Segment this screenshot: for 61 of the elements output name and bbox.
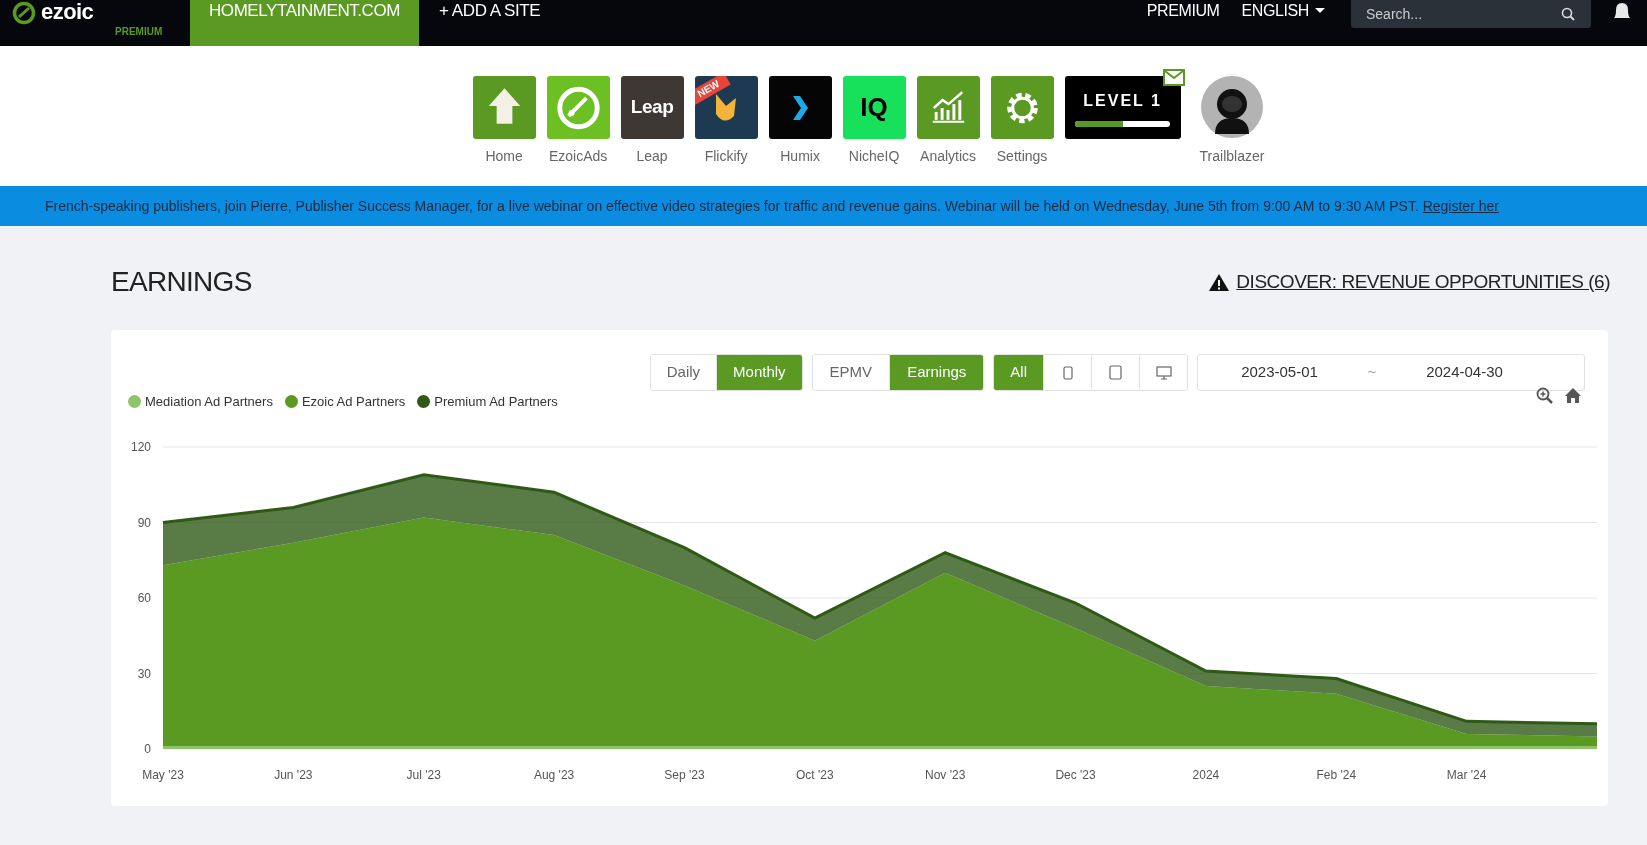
logo-icon	[12, 1, 36, 25]
app-label: Home	[485, 147, 523, 166]
page-title: EARNINGS	[111, 265, 252, 299]
app-label: Trailblazer	[1199, 147, 1265, 166]
astronaut-avatar[interactable]	[1201, 76, 1263, 138]
legend-item[interactable]: Ezoic Ad Partners	[284, 392, 406, 412]
axis-label: Oct '23	[796, 767, 834, 782]
device-filter[interactable]	[1139, 355, 1187, 390]
app-label: Flickify	[704, 147, 748, 166]
app-tile[interactable]	[916, 76, 980, 139]
nav-link[interactable]: PREMIUM	[1146, 0, 1220, 46]
app-label: Humix	[780, 147, 820, 166]
app-label: Leap	[636, 147, 668, 166]
warning-icon	[1208, 272, 1231, 292]
app-label: Settings	[996, 147, 1048, 166]
site-tab[interactable]: + ADD A SITE	[419, 0, 561, 46]
search-field[interactable]: Search...	[1351, 0, 1591, 28]
logo-subtitle: PREMIUM	[115, 25, 163, 39]
logo-text: ezoic	[41, 0, 94, 24]
app-label: NicheIQ	[848, 147, 900, 166]
axis-label: Sep '23	[664, 767, 705, 782]
chevron-icon	[792, 95, 808, 120]
register-link[interactable]: Register her	[1422, 197, 1499, 214]
app-label: Analytics	[920, 147, 977, 166]
app-tile[interactable]	[768, 76, 832, 139]
axis-label: 60	[137, 590, 151, 605]
app-tile[interactable]	[546, 76, 610, 139]
nav-link[interactable]: ENGLISH	[1241, 0, 1325, 46]
mail-icon[interactable]	[1162, 69, 1185, 86]
app-tile[interactable]: Leap	[620, 76, 684, 139]
phone-icon	[1062, 365, 1073, 380]
home-icon[interactable]	[1564, 386, 1582, 404]
axis-label: Aug '23	[533, 767, 575, 782]
app-tile[interactable]	[472, 76, 536, 139]
axis-label: Jul '23	[406, 767, 441, 782]
app-tile[interactable]: NEW	[694, 76, 758, 139]
zoom-in-icon[interactable]	[1536, 386, 1554, 405]
axis-label: 120	[130, 439, 151, 454]
axis-label: Jun '23	[274, 767, 313, 782]
legend-item[interactable]: Mediation Ad Partners	[128, 392, 273, 412]
date-range-field[interactable]: 2023-05-01 ~ 2024-04-30	[1197, 354, 1585, 391]
caret-icon	[1315, 8, 1325, 14]
revenue-opportunities-link[interactable]: DISCOVER: REVENUE OPPORTUNITIES (6)	[1208, 267, 1610, 297]
app-tile[interactable]: IQ	[842, 76, 906, 139]
axis-label: Feb '24	[1316, 767, 1357, 782]
app-label: EzoicAds	[548, 147, 608, 166]
axis-label: 90	[137, 515, 151, 529]
axis-label: Mar '24	[1446, 767, 1487, 782]
axis-label: 30	[137, 666, 151, 680]
announcement-text: French-speaking publishers, join Pierre, Publisher Success Manager, for a live webinar on effective video strategies for traffic and revenue gains. Webinar will be held on Wednesday, June 5th from 9:00 AM to 9:30 AM PST. Register her	[45, 196, 1499, 216]
axis-label: Nov '23	[925, 767, 966, 782]
tablet-icon	[1109, 365, 1122, 380]
monitor-icon	[1155, 365, 1172, 380]
app-tile[interactable]	[990, 76, 1054, 139]
axis-label: Dec '23	[1055, 767, 1096, 782]
level-card[interactable]: LEVEL 1	[1064, 76, 1181, 139]
axis-label: 2024	[1192, 767, 1220, 782]
legend-item[interactable]: Premium Ad Partners	[417, 392, 558, 412]
axis-label: May '23	[142, 767, 184, 782]
axis-label: 0	[144, 741, 151, 756]
search-icon	[1561, 7, 1575, 21]
